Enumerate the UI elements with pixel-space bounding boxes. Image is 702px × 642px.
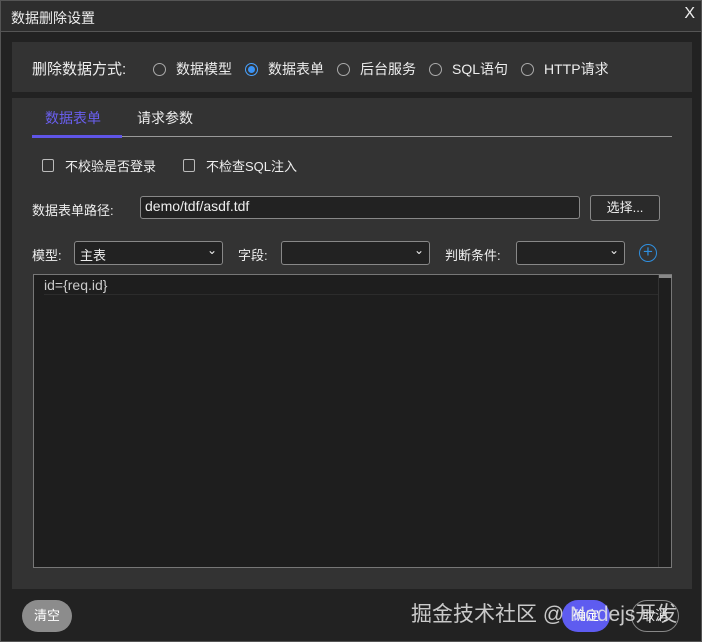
tab-request-params[interactable]: 请求参数	[137, 108, 193, 128]
model-select[interactable]: 主表 ⌄	[74, 241, 223, 265]
cancel-button[interactable]: 取消	[631, 600, 679, 632]
radio-label: SQL语句	[452, 61, 509, 77]
field-select[interactable]: ⌄	[281, 241, 430, 265]
radio-icon	[521, 62, 535, 76]
radio-selected-icon	[245, 62, 258, 76]
radio-icon	[153, 62, 166, 76]
radio-data-form[interactable]: 数据表单	[245, 59, 324, 79]
radio-label: HTTP请求	[544, 61, 609, 77]
radio-backend-service[interactable]: 后台服务	[337, 59, 416, 79]
checkbox-skip-sql-injection[interactable]: 不检查SQL注入	[183, 156, 297, 175]
checkbox-icon	[42, 159, 54, 172]
model-select-value: 主表	[80, 248, 107, 263]
checkbox-label: 不校验是否登录	[65, 159, 157, 174]
checkbox-icon	[183, 159, 195, 172]
radio-label: 后台服务	[360, 61, 416, 77]
form-path-label: 数据表单路径:	[32, 203, 114, 218]
radio-data-model[interactable]: 数据模型	[153, 59, 232, 79]
checkbox-label: 不检查SQL注入	[206, 159, 298, 174]
dialog-title: 数据删除设置	[11, 10, 95, 26]
editor-scrollbar[interactable]	[658, 275, 672, 567]
ok-button[interactable]: 确定	[562, 600, 610, 632]
active-tab-indicator	[32, 135, 122, 138]
chevron-down-icon: ⌄	[206, 243, 217, 257]
condition-editor[interactable]: id={req.id}	[33, 274, 672, 568]
radio-icon	[429, 62, 442, 76]
editor-line: id={req.id}	[44, 277, 658, 295]
delete-method-label: 删除数据方式:	[32, 61, 127, 78]
tab-bar: 数据表单 请求参数	[32, 98, 672, 138]
tab-data-form[interactable]: 数据表单	[45, 108, 101, 128]
add-condition-icon[interactable]: +	[639, 243, 657, 262]
field-label: 字段:	[238, 248, 268, 263]
radio-label: 数据模型	[176, 61, 232, 77]
model-label: 模型:	[32, 248, 62, 263]
checkbox-skip-login-check[interactable]: 不校验是否登录	[42, 156, 156, 175]
condition-label: 判断条件:	[445, 248, 501, 263]
choose-button[interactable]: 选择...	[590, 195, 660, 221]
radio-sql[interactable]: SQL语句	[429, 59, 508, 79]
close-icon[interactable]: X	[684, 5, 695, 23]
chevron-down-icon: ⌄	[608, 243, 619, 257]
delete-method-panel: 删除数据方式: 数据模型 数据表单 后台服务 SQL语句 HTTP请求	[12, 42, 692, 92]
clear-button[interactable]: 清空	[22, 600, 72, 632]
condition-select[interactable]: ⌄	[516, 241, 625, 265]
title-bar: 数据删除设置 X	[1, 1, 701, 32]
form-path-input[interactable]: demo/tdf/asdf.tdf	[140, 196, 580, 219]
chevron-down-icon: ⌄	[413, 243, 424, 257]
radio-http[interactable]: HTTP请求	[521, 59, 609, 79]
delete-method-radio-group: 数据模型 数据表单 后台服务 SQL语句 HTTP请求	[153, 59, 622, 79]
settings-panel: 数据表单 请求参数 不校验是否登录 不检查SQL注入 数据表单路径: demo/…	[12, 98, 692, 589]
radio-icon	[337, 62, 350, 76]
radio-label: 数据表单	[268, 61, 324, 77]
